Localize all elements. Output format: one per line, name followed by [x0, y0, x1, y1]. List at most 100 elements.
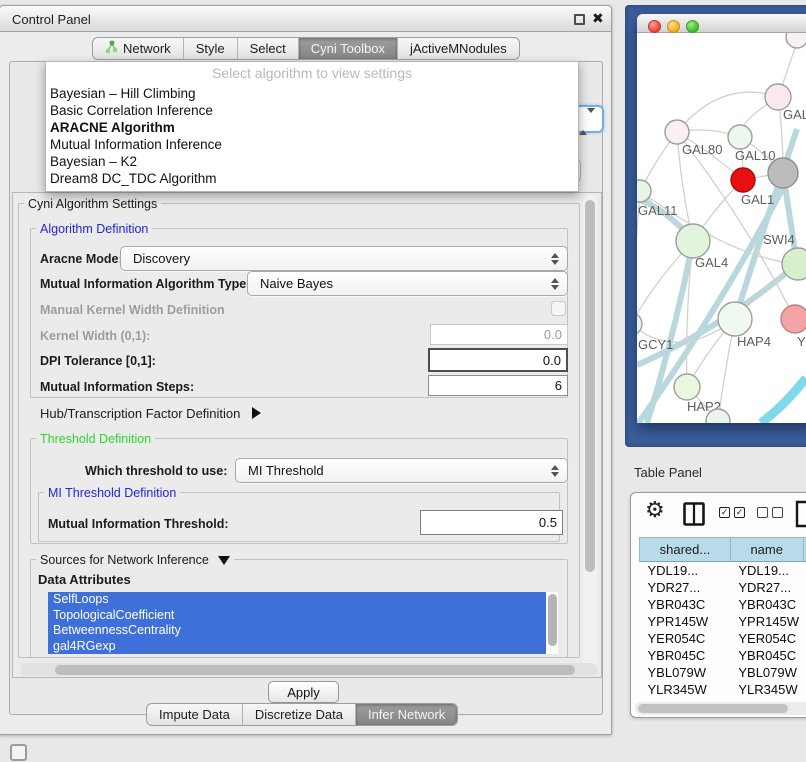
select-all-columns-icon[interactable]: ✓✓	[719, 507, 745, 518]
algorithm-option[interactable]: Basic Correlation Inference	[46, 102, 578, 119]
mi-steps-label: Mutual Information Steps:	[40, 380, 194, 394]
document-icon[interactable]	[795, 500, 806, 528]
mac-close-icon[interactable]	[648, 20, 661, 33]
network-window-titlebar[interactable]	[637, 14, 806, 33]
mac-minimize-icon[interactable]	[667, 20, 680, 33]
table-row[interactable]: YDR27...YDR27...12	[640, 579, 806, 596]
split-columns-icon[interactable]	[683, 502, 705, 526]
network-edge[interactable]	[677, 92, 778, 132]
aracne-mode-value: Discovery	[133, 251, 190, 266]
tab-jactivemnodules[interactable]: jActiveMNodules	[398, 38, 519, 59]
apply-button[interactable]: Apply	[268, 681, 339, 703]
network-node-gray-node[interactable]	[768, 158, 798, 188]
tab-label: Select	[250, 41, 286, 56]
expanded-arrow-icon[interactable]	[218, 556, 230, 565]
algorithm-option[interactable]: ARACNE Algorithm	[46, 119, 578, 136]
scrollbar-thumb[interactable]	[548, 594, 557, 646]
kernel-width-field[interactable]	[430, 324, 568, 345]
algorithm-definition-title: Algorithm Definition	[36, 222, 152, 236]
attribute-list-item[interactable]: gal4RGexp	[48, 639, 546, 655]
network-canvas[interactable]: GALGAL80GAL10GAL1GAL11GAL4SWI4GCY1HAP4YH…	[637, 33, 806, 423]
aracne-mode-select[interactable]: Discovery	[120, 246, 568, 271]
network-node-GAL4[interactable]	[676, 224, 710, 258]
attribute-list-item[interactable]: BetweennessCentrality	[48, 623, 546, 639]
sources-group-toggle[interactable]: Sources for Network Inference	[36, 553, 234, 567]
tab-network[interactable]: Network	[93, 38, 184, 59]
dpi-tolerance-field[interactable]	[428, 348, 568, 372]
window-title: Control Panel	[12, 12, 91, 27]
table-row[interactable]: YBR043CYBR043C	[640, 596, 806, 613]
collapsed-panel-button[interactable]	[10, 744, 27, 761]
network-node-label: SWI4	[763, 232, 795, 247]
table-row[interactable]: YER054CYER054C8.	[640, 630, 806, 647]
table-horizontal-scrollbar[interactable]	[635, 702, 806, 715]
table-header-row[interactable]: shared...name	[640, 538, 806, 562]
tab-discretize-data[interactable]: Discretize Data	[243, 704, 356, 725]
gear-icon[interactable]: ⚙	[645, 497, 665, 523]
which-threshold-select[interactable]: MI Threshold	[235, 458, 568, 483]
table-cell: YBR043C	[730, 596, 803, 613]
table-cell: YDL19...	[730, 562, 803, 579]
table-row[interactable]: YBR045CYBR045C9.	[640, 647, 806, 664]
scrollbar-thumb[interactable]	[55, 665, 575, 675]
algorithm-dropdown-popup: Select algorithm to view settings Bayesi…	[45, 61, 579, 192]
control-panel-titlebar[interactable]: Control Panel ✖	[0, 6, 611, 32]
attribute-list-item[interactable]: SelfLoops	[48, 592, 546, 608]
tab-style[interactable]: Style	[184, 38, 238, 59]
network-node-GAL10[interactable]	[728, 125, 752, 149]
tab-label: jActiveMNodules	[410, 41, 507, 56]
algorithm-option[interactable]: Mutual Information Inference	[46, 136, 578, 153]
scrollbar-thumb[interactable]	[638, 704, 788, 713]
mac-zoom-icon[interactable]	[686, 20, 699, 33]
mi-threshold-label: Mutual Information Threshold:	[48, 517, 229, 531]
table-cell: YPR145W	[730, 613, 803, 630]
data-attributes-label: Data Attributes	[38, 572, 131, 587]
table-row[interactable]: YBL079WYBL079W	[640, 664, 806, 681]
mi-threshold-group-title: MI Threshold Definition	[44, 486, 180, 500]
algorithm-option[interactable]: Bayesian – Hill Climbing	[46, 85, 578, 102]
column-header[interactable]: shared...	[640, 538, 731, 562]
tab-cyni-toolbox[interactable]: Cyni Toolbox	[299, 38, 398, 59]
table-cell: YLR345W	[640, 681, 731, 698]
close-window-icon[interactable]: ✖	[592, 10, 604, 27]
data-attributes-list[interactable]: SelfLoopsTopologicalCoefficientBetweenne…	[48, 592, 546, 654]
attributes-scrollbar[interactable]	[546, 592, 558, 654]
network-node-salmon-node[interactable]	[781, 305, 806, 333]
mi-type-label: Mutual Information Algorithm Type:	[40, 277, 250, 291]
deselect-all-columns-icon[interactable]	[757, 507, 783, 518]
network-view-window: GALGAL80GAL10GAL1GAL11GAL4SWI4GCY1HAP4YH…	[637, 14, 806, 423]
float-window-icon[interactable]	[574, 14, 585, 25]
attribute-list-item[interactable]: TopologicalCoefficient	[48, 608, 546, 624]
table-row[interactable]: YPR145WYPR145W9.	[640, 613, 806, 630]
table-row[interactable]: YDL19...YDL19...13	[640, 562, 806, 579]
network-node-label: HAP4	[737, 334, 771, 349]
tab-label: Network	[123, 41, 171, 56]
tab-select[interactable]: Select	[238, 38, 299, 59]
collapsed-arrow-icon[interactable]	[252, 407, 261, 419]
manual-kernel-checkbox[interactable]	[551, 301, 566, 316]
network-node-GAL1[interactable]	[731, 168, 755, 192]
settings-vertical-scrollbar[interactable]	[583, 195, 597, 675]
algorithm-option[interactable]: Dream8 DC_TDC Algorithm	[46, 170, 578, 187]
scrollbar-thumb[interactable]	[585, 200, 595, 572]
node-attribute-table[interactable]: shared...name YDL19...YDL19...13YDR27...…	[639, 537, 806, 715]
hub-definition-toggle[interactable]: Hub/Transcription Factor Definition	[40, 406, 261, 421]
network-edge-highlight[interactable]	[761, 378, 806, 423]
network-node-label: GCY1	[638, 337, 673, 352]
column-header[interactable]: name	[730, 538, 803, 562]
network-node-GAL80[interactable]	[665, 120, 689, 144]
mi-steps-field[interactable]	[428, 375, 568, 396]
network-node-node-top-partial[interactable]	[786, 33, 806, 48]
network-node-HAP4[interactable]	[718, 302, 752, 336]
network-node-HAP2[interactable]	[674, 374, 700, 400]
mi-threshold-field[interactable]	[420, 510, 563, 535]
table-row[interactable]: YLR345WYLR345W9.	[640, 681, 806, 698]
mi-type-select[interactable]: Naive Bayes	[247, 271, 568, 296]
tab-impute-data[interactable]: Impute Data	[147, 704, 243, 725]
settings-horizontal-scrollbar[interactable]	[20, 663, 598, 676]
dropdown-placeholder: Select algorithm to view settings	[46, 62, 578, 85]
tab-infer-network[interactable]: Infer Network	[356, 704, 457, 725]
algorithm-option[interactable]: Bayesian – K2	[46, 153, 578, 170]
network-graph[interactable]: GALGAL80GAL10GAL1GAL11GAL4SWI4GCY1HAP4YH…	[637, 33, 806, 423]
table-cell: YBR043C	[640, 596, 731, 613]
